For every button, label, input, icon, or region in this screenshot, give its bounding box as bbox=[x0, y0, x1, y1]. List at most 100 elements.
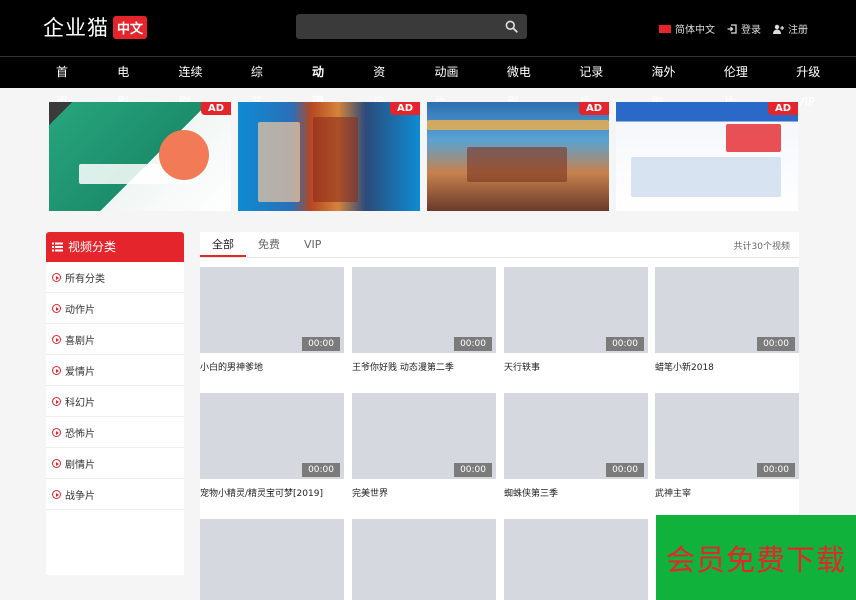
video-card[interactable]: 00:00 蜘蛛侠第三季 bbox=[504, 393, 648, 499]
sidebar-item-all[interactable]: 所有分类 bbox=[46, 262, 184, 293]
list-icon bbox=[52, 242, 63, 252]
nav-item-anime[interactable]: 动漫 bbox=[293, 57, 354, 109]
video-card[interactable] bbox=[200, 519, 344, 600]
nav-item-variety[interactable]: 综艺 bbox=[232, 57, 293, 109]
sidebar-item-action[interactable]: 动作片 bbox=[46, 293, 184, 324]
ad-banner-2[interactable]: AD bbox=[238, 102, 420, 211]
tab-all[interactable]: 全部 bbox=[200, 232, 246, 257]
video-count: 共计30个视频 bbox=[733, 242, 790, 252]
logo-badge: 中文 bbox=[113, 15, 148, 39]
sidebar-item-drama[interactable]: 剧情片 bbox=[46, 448, 184, 479]
search-icon[interactable] bbox=[505, 20, 518, 33]
tab-free[interactable]: 免费 bbox=[246, 232, 292, 257]
register-icon bbox=[773, 24, 784, 34]
nav-item-news[interactable]: 资讯 bbox=[354, 57, 415, 109]
video-thumbnail[interactable]: 00:00 bbox=[655, 267, 799, 353]
login-link[interactable]: 登录 bbox=[727, 21, 761, 36]
sidebar-item-horror[interactable]: 恐怖片 bbox=[46, 417, 184, 448]
nav-item-ethics[interactable]: 伦理片 bbox=[705, 57, 777, 109]
video-thumbnail[interactable]: 00:00 bbox=[352, 267, 496, 353]
ad-banner-3[interactable]: AD bbox=[427, 102, 609, 211]
video-thumbnail[interactable]: 00:00 bbox=[200, 267, 344, 353]
video-thumbnail[interactable]: 00:00 bbox=[504, 267, 648, 353]
video-card[interactable]: 00:00 武神主宰 bbox=[655, 393, 799, 499]
nav-item-movie[interactable]: 电影 bbox=[98, 57, 159, 109]
sidebar-title: 视频分类 bbox=[68, 240, 117, 254]
ad-banner-1[interactable]: AD bbox=[49, 102, 231, 211]
video-thumbnail[interactable]: 00:00 bbox=[200, 393, 344, 479]
video-title[interactable]: 小白的男神爹地 bbox=[200, 360, 344, 373]
play-circle-icon bbox=[52, 303, 61, 313]
video-title[interactable]: 宠物小精灵/精灵宝可梦[2019] bbox=[200, 486, 344, 499]
video-card[interactable]: 00:00 宠物小精灵/精灵宝可梦[2019] bbox=[200, 393, 344, 499]
nav-item-cartoon[interactable]: 动画片 bbox=[416, 57, 488, 109]
register-label: 注册 bbox=[788, 25, 808, 36]
video-title[interactable]: 蜡笔小新2018 bbox=[655, 360, 799, 373]
china-flag-icon bbox=[659, 24, 671, 33]
video-thumbnail[interactable] bbox=[352, 519, 496, 600]
nav-item-vip[interactable]: 升级VIP bbox=[777, 57, 856, 109]
login-icon bbox=[727, 23, 737, 34]
video-card[interactable]: 00:00 天行轶事 bbox=[504, 267, 648, 373]
login-label: 登录 bbox=[741, 25, 761, 36]
nav-item-home[interactable]: 首页 bbox=[37, 57, 98, 109]
site-logo[interactable]: 企业猫 中文 bbox=[43, 14, 148, 40]
play-circle-icon bbox=[52, 365, 61, 375]
sidebar-item-label: 动作片 bbox=[65, 304, 95, 316]
sidebar-item-label: 科幻片 bbox=[65, 397, 95, 409]
play-circle-icon bbox=[52, 489, 61, 499]
ad-banners: AD AD AD AD bbox=[49, 102, 798, 211]
ad-tag: AD bbox=[200, 102, 231, 115]
sidebar-item-label: 恐怖片 bbox=[65, 428, 95, 440]
sidebar-item-comedy[interactable]: 喜剧片 bbox=[46, 324, 184, 355]
sidebar-item-label: 战争片 bbox=[65, 490, 95, 502]
nav-item-series[interactable]: 连续剧 bbox=[159, 57, 231, 109]
sidebar-item-scifi[interactable]: 科幻片 bbox=[46, 386, 184, 417]
member-download-banner[interactable]: 会员免费下载 bbox=[656, 515, 856, 600]
duration-badge: 00:00 bbox=[757, 463, 795, 477]
video-card[interactable] bbox=[504, 519, 648, 600]
play-circle-icon bbox=[52, 272, 61, 282]
top-links: 简体中文 登录 注册 bbox=[659, 21, 808, 36]
sidebar-header: 视频分类 bbox=[46, 232, 184, 262]
ad-tag: AD bbox=[578, 102, 609, 115]
sidebar-item-romance[interactable]: 爱情片 bbox=[46, 355, 184, 386]
video-title[interactable]: 武神主宰 bbox=[655, 486, 799, 499]
video-card[interactable]: 00:00 蜡笔小新2018 bbox=[655, 267, 799, 373]
search-input[interactable] bbox=[296, 14, 496, 39]
video-title[interactable]: 蜘蛛侠第三季 bbox=[504, 486, 648, 499]
video-thumbnail[interactable]: 00:00 bbox=[655, 393, 799, 479]
tab-vip[interactable]: VIP bbox=[292, 232, 333, 257]
ad-banner-4[interactable]: AD bbox=[616, 102, 798, 211]
nav-item-documentary[interactable]: 记录片 bbox=[560, 57, 632, 109]
video-title[interactable]: 天行轶事 bbox=[504, 360, 648, 373]
video-card[interactable] bbox=[352, 519, 496, 600]
video-thumbnail[interactable] bbox=[200, 519, 344, 600]
register-link[interactable]: 注册 bbox=[773, 21, 808, 36]
video-card[interactable]: 00:00 完美世界 bbox=[352, 393, 496, 499]
search-box bbox=[296, 14, 527, 39]
play-circle-icon bbox=[52, 427, 61, 437]
video-title[interactable]: 王爷你好贱 动态漫第二季 bbox=[352, 360, 496, 373]
video-thumbnail[interactable] bbox=[504, 519, 648, 600]
video-title[interactable]: 完美世界 bbox=[352, 486, 496, 499]
video-card[interactable]: 00:00 王爷你好贱 动态漫第二季 bbox=[352, 267, 496, 373]
duration-badge: 00:00 bbox=[454, 337, 492, 351]
language-link[interactable]: 简体中文 bbox=[659, 21, 715, 36]
duration-badge: 00:00 bbox=[757, 337, 795, 351]
ad-tag: AD bbox=[767, 102, 798, 115]
language-label: 简体中文 bbox=[675, 25, 715, 36]
duration-badge: 00:00 bbox=[302, 463, 340, 477]
nav-item-overseas[interactable]: 海外剧 bbox=[633, 57, 705, 109]
video-thumbnail[interactable]: 00:00 bbox=[352, 393, 496, 479]
video-thumbnail[interactable]: 00:00 bbox=[504, 393, 648, 479]
filter-tabs: 全部 免费 VIP 共计30个视频 bbox=[200, 232, 799, 258]
sidebar-item-label: 爱情片 bbox=[65, 366, 95, 378]
duration-badge: 00:00 bbox=[606, 463, 644, 477]
ad-tag: AD bbox=[389, 102, 420, 115]
sidebar-item-war[interactable]: 战争片 bbox=[46, 479, 184, 510]
sidebar-item-label: 剧情片 bbox=[65, 459, 95, 471]
top-bar: 企业猫 中文 简体中文 登录 注册 bbox=[0, 0, 856, 56]
video-card[interactable]: 00:00 小白的男神爹地 bbox=[200, 267, 344, 373]
nav-item-micro-film[interactable]: 微电影 bbox=[488, 57, 560, 109]
